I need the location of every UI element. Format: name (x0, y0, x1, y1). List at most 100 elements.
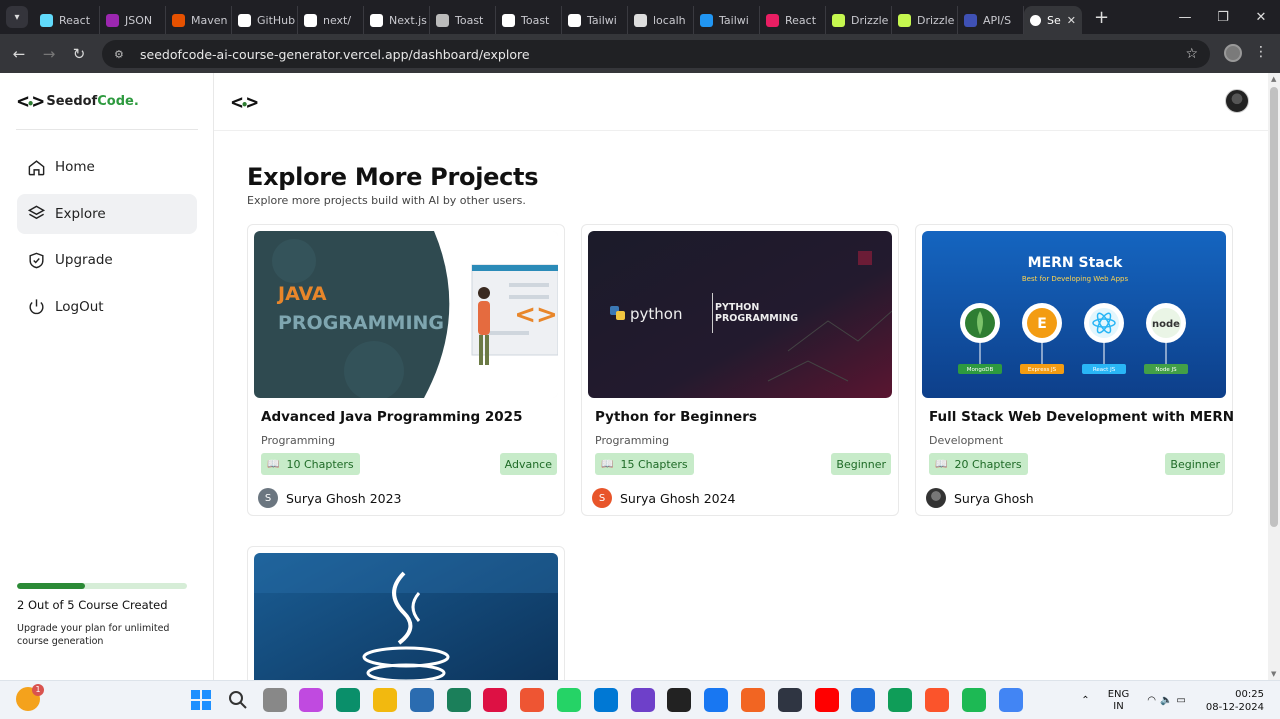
forward-icon[interactable]: → (34, 45, 64, 63)
taskbar-app-icon[interactable] (667, 688, 692, 712)
windows-start-icon[interactable] (189, 688, 213, 712)
reload-icon[interactable]: ↻ (64, 45, 94, 63)
tab-label: Drizzle (917, 13, 955, 27)
taskbar-app-icon[interactable] (814, 688, 839, 712)
taskbar-app-icon[interactable] (483, 688, 508, 712)
scroll-up-icon[interactable]: ▲ (1271, 75, 1276, 83)
close-tab-icon[interactable]: ✕ (1067, 14, 1076, 27)
taskbar-app-icon[interactable] (851, 688, 876, 712)
course-card[interactable] (247, 546, 565, 680)
close-window-icon[interactable]: ✕ (1242, 0, 1280, 34)
course-title[interactable]: Python for Beginners (595, 409, 757, 425)
taskbar-app-icon[interactable] (409, 688, 434, 712)
browser-tab[interactable]: Drizzle (892, 6, 958, 34)
tab-search-button[interactable]: ▾ (6, 6, 28, 28)
nav-explore[interactable]: Explore (17, 193, 197, 234)
taskbar-app-icon[interactable] (777, 688, 802, 712)
taskbar-app-icon[interactable] (740, 688, 765, 712)
taskbar-app-icon[interactable] (299, 688, 324, 712)
active-tab-favicon (1030, 14, 1041, 26)
taskbar-app-icon[interactable] (961, 688, 986, 712)
network-volume-battery-icons[interactable]: ◠🔈▭ (1147, 695, 1190, 706)
taskbar-app-icon[interactable] (372, 688, 397, 712)
course-card[interactable]: E node MERN Stack Best for Developing We… (915, 224, 1234, 516)
taskbar-app-icon[interactable] (593, 688, 618, 712)
site-info-icon[interactable]: ⚙ (114, 48, 128, 61)
nav-home[interactable]: Home (17, 147, 197, 187)
taskbar-app-icon[interactable] (630, 688, 655, 712)
tab-favicon (964, 13, 977, 27)
course-category: Programming (261, 434, 336, 447)
back-icon[interactable]: ← (4, 45, 34, 63)
taskbar-app-icon[interactable] (924, 688, 949, 712)
taskbar-app-icon[interactable] (888, 688, 913, 712)
tab-label: Drizzle (851, 13, 889, 27)
course-title[interactable]: Advanced Java Programming 2025 (261, 409, 522, 425)
banner-text-programming: PROGRAMMING (278, 312, 445, 334)
course-card[interactable]: <> JAVA PROGRAMMING Advanced Java Progra… (247, 224, 565, 516)
active-tab[interactable]: Se ✕ (1024, 6, 1082, 34)
browser-tab[interactable]: Toast (430, 6, 496, 34)
svg-text:E: E (1037, 316, 1047, 332)
nav-upgrade[interactable]: Upgrade (17, 240, 197, 280)
browser-toolbar: ← → ↻ ⚙ seedofcode-ai-course-generator.v… (0, 34, 1280, 73)
taskbar-app-icon[interactable] (262, 688, 287, 712)
taskbar-app-icon[interactable] (556, 688, 581, 712)
search-icon[interactable] (226, 688, 250, 712)
nav-explore-label: Explore (55, 205, 106, 222)
usage-note: Upgrade your plan for unlimited course g… (17, 623, 170, 647)
sidebar-divider (16, 129, 198, 130)
level-badge: Advance (499, 453, 557, 475)
browser-tab[interactable]: GitHub (232, 6, 298, 34)
taskbar-app-icon[interactable] (520, 688, 545, 712)
brand-logo[interactable]: <•> SeedofCode. (17, 89, 139, 113)
browser-tab[interactable]: Next.js (364, 6, 430, 34)
scroll-down-icon[interactable]: ▼ (1271, 670, 1276, 678)
page-subtitle: Explore more projects build with AI by o… (247, 194, 526, 207)
maximize-icon[interactable]: ❐ (1204, 0, 1242, 34)
tab-label: Tailwi (587, 13, 617, 27)
taskbar-app-icon[interactable] (446, 688, 471, 712)
new-tab-button[interactable]: + (1094, 7, 1109, 28)
layers-icon (27, 205, 46, 220)
code-brackets-icon: <•> (17, 89, 44, 113)
browser-tab[interactable]: Toast (496, 6, 562, 34)
course-title[interactable]: Full Stack Web Development with MERN (929, 409, 1234, 425)
url-text: seedofcode-ai-course-generator.vercel.ap… (140, 46, 530, 62)
banner-label-react: React JS (1092, 367, 1116, 373)
address-bar[interactable]: ⚙ seedofcode-ai-course-generator.vercel.… (102, 40, 1210, 68)
banner-label-mongodb: MongoDB (966, 367, 994, 373)
course-card[interactable]: python PYTHON PROGRAMMING Python for Begi… (581, 224, 899, 516)
page-scrollbar[interactable]: ▲ ▼ (1268, 73, 1280, 680)
bookmark-star-icon[interactable]: ☆ (1185, 46, 1198, 62)
chapter-count-badge: 📖 20 Chapters (929, 453, 1028, 475)
usage-count: 2 Out of 5 Course Created (17, 598, 168, 612)
weather-widget-icon[interactable]: 1 (16, 684, 44, 711)
scroll-thumb[interactable] (1270, 87, 1278, 527)
banner-text-mern-subtitle: Best for Developing Web Apps (1021, 275, 1129, 283)
browser-tab[interactable]: localh (628, 6, 694, 34)
browser-profile-avatar[interactable] (1224, 44, 1242, 62)
browser-tab[interactable]: JSON (100, 6, 166, 34)
browser-tab[interactable]: next/ (298, 6, 364, 34)
weather-badge: 1 (32, 684, 44, 696)
browser-tab[interactable]: API/S (958, 6, 1024, 34)
taskbar-app-icon[interactable] (336, 688, 361, 712)
tab-favicon (106, 13, 119, 27)
taskbar-app-icon[interactable] (998, 688, 1023, 712)
browser-tab[interactable]: Maven (166, 6, 232, 34)
minimize-icon[interactable]: — (1166, 0, 1204, 34)
user-avatar[interactable] (1225, 89, 1249, 113)
show-hidden-icons[interactable]: ⌃ (1081, 695, 1089, 706)
clock[interactable]: 00:25 08-12-2024 (1206, 688, 1264, 714)
nav-logout[interactable]: LogOut (17, 287, 197, 327)
browser-tab[interactable]: React (34, 6, 100, 34)
taskbar-app-icon[interactable] (704, 688, 729, 712)
browser-tab[interactable]: React (760, 6, 826, 34)
browser-tab[interactable]: Drizzle (826, 6, 892, 34)
browser-tab[interactable]: Tailwi (694, 6, 760, 34)
tab-label: next/ (323, 13, 352, 27)
language-indicator[interactable]: ENG IN (1108, 689, 1130, 713)
browser-menu-icon[interactable]: ⋮ (1254, 44, 1268, 60)
browser-tab[interactable]: Tailwi (562, 6, 628, 34)
